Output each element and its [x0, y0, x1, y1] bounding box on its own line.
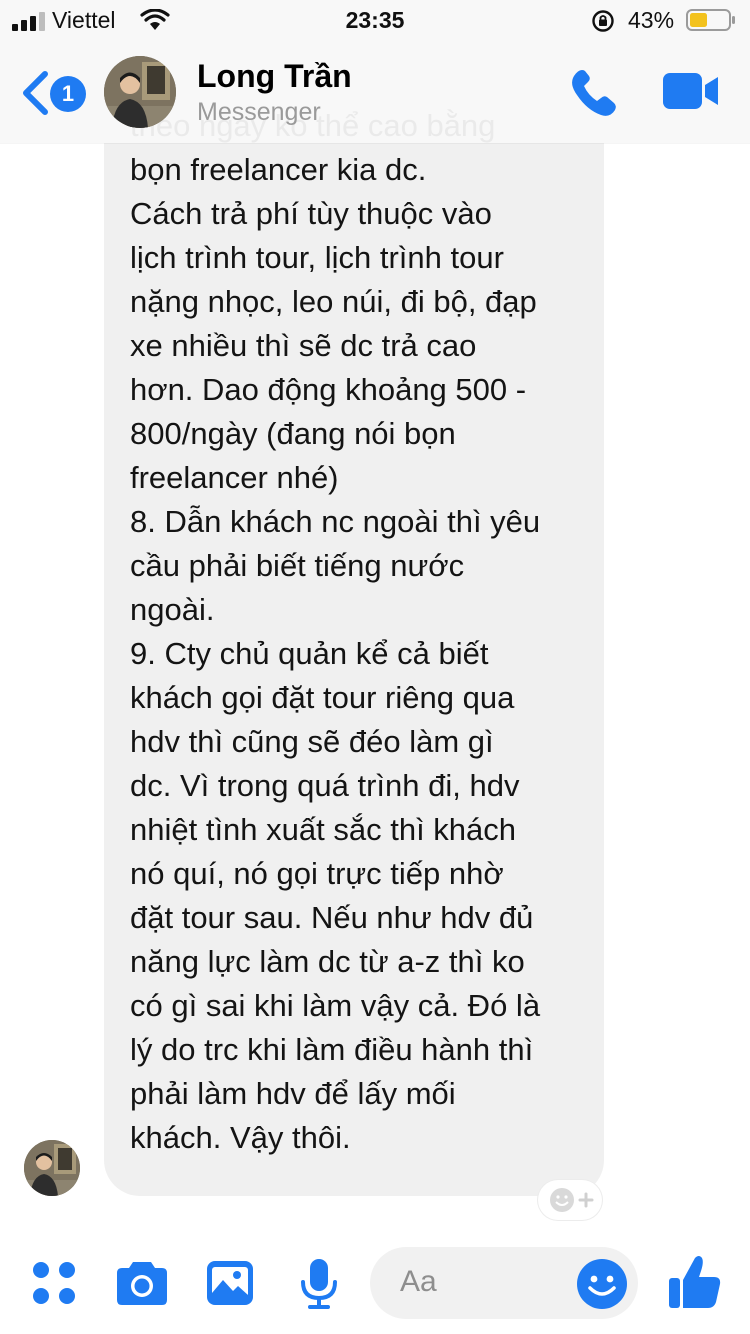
- message-line: khách. Vậy thôi.: [130, 1120, 351, 1155]
- back-chevron-icon[interactable]: [20, 70, 50, 116]
- message-line: năng lực làm dc từ a-z thì ko: [130, 944, 525, 979]
- message-text: theo ngày ko thể cao bằngbọn freelancer …: [130, 104, 600, 1160]
- message-line: freelancer nhé): [130, 460, 339, 495]
- message-line: khách gọi đặt tour riêng qua: [130, 680, 515, 715]
- message-line: 800/ngày (đang nói bọn: [130, 416, 456, 451]
- message-line: nó quí, nó gọi trực tiếp nhờ: [130, 856, 504, 891]
- avatar-photo-icon: [24, 1140, 80, 1196]
- message-input-placeholder: Aa: [400, 1265, 437, 1298]
- camera-icon[interactable]: [116, 1260, 168, 1306]
- message-line: phải làm hdv để lấy mối: [130, 1076, 456, 1111]
- message-line: ngoài.: [130, 592, 215, 627]
- message-line: hơn. Dao động khoảng 500 -: [130, 372, 527, 407]
- message-line: hdv thì cũng sẽ đéo làm gì: [130, 724, 494, 759]
- message-line: nặng nhọc, leo núi, đi bộ, đạp: [130, 284, 537, 319]
- video-camera-icon[interactable]: [662, 72, 720, 110]
- photo-icon[interactable]: [206, 1260, 254, 1306]
- messenger-conversation-screen: theo ngày ko thể cao bằngbọn freelancer …: [0, 0, 750, 1334]
- message-line: 8. Dẫn khách nc ngoài thì yêu: [130, 504, 541, 539]
- contact-avatar[interactable]: [104, 56, 176, 128]
- contact-subtitle: Messenger: [197, 98, 321, 126]
- message-line: lý do trc khi làm điều hành thì: [130, 1032, 534, 1067]
- message-line: lịch trình tour, lịch trình tour: [130, 240, 504, 275]
- rotation-lock-icon: [592, 10, 614, 32]
- message-line: đặt tour sau. Nếu như hdv đủ: [130, 900, 534, 935]
- sender-avatar[interactable]: [24, 1140, 80, 1196]
- message-line: nhiệt tình xuất sắc thì khách: [130, 812, 517, 847]
- contact-name[interactable]: Long Trần: [197, 58, 352, 95]
- composer-bar: Aa: [0, 1230, 750, 1334]
- add-reaction-button[interactable]: [538, 1180, 602, 1220]
- message-line: có gì sai khi làm vậy cả. Đó là: [130, 988, 541, 1023]
- message-line: cầu phải biết tiếng nước: [130, 548, 465, 583]
- apps-grid-icon[interactable]: [32, 1261, 76, 1305]
- message-list[interactable]: theo ngày ko thể cao bằngbọn freelancer …: [0, 0, 750, 1230]
- message-line: dc. Vì trong quá trình đi, hdv: [130, 768, 520, 803]
- message-line: xe nhiều thì sẽ dc trả cao: [130, 328, 477, 363]
- message-line: Cách trả phí tùy thuộc vào: [130, 196, 492, 231]
- status-bar: Viettel 23:35 43%: [0, 0, 750, 40]
- top-bar: Viettel 23:35 43% 1 Long Trần Messenger: [0, 0, 750, 143]
- microphone-icon[interactable]: [299, 1258, 339, 1310]
- thumbs-up-icon[interactable]: [668, 1254, 722, 1310]
- battery-percentage: 43%: [628, 7, 675, 33]
- emoji-plus-icon: [550, 1188, 594, 1212]
- message-line: 9. Cty chủ quản kể cả biết: [130, 636, 489, 671]
- avatar-photo-icon: [104, 56, 176, 128]
- emoji-icon[interactable]: [576, 1258, 628, 1310]
- unread-count-badge[interactable]: 1: [50, 76, 86, 112]
- phone-icon[interactable]: [568, 66, 620, 118]
- battery-icon: [686, 9, 735, 31]
- message-line: bọn freelancer kia dc.: [130, 152, 427, 187]
